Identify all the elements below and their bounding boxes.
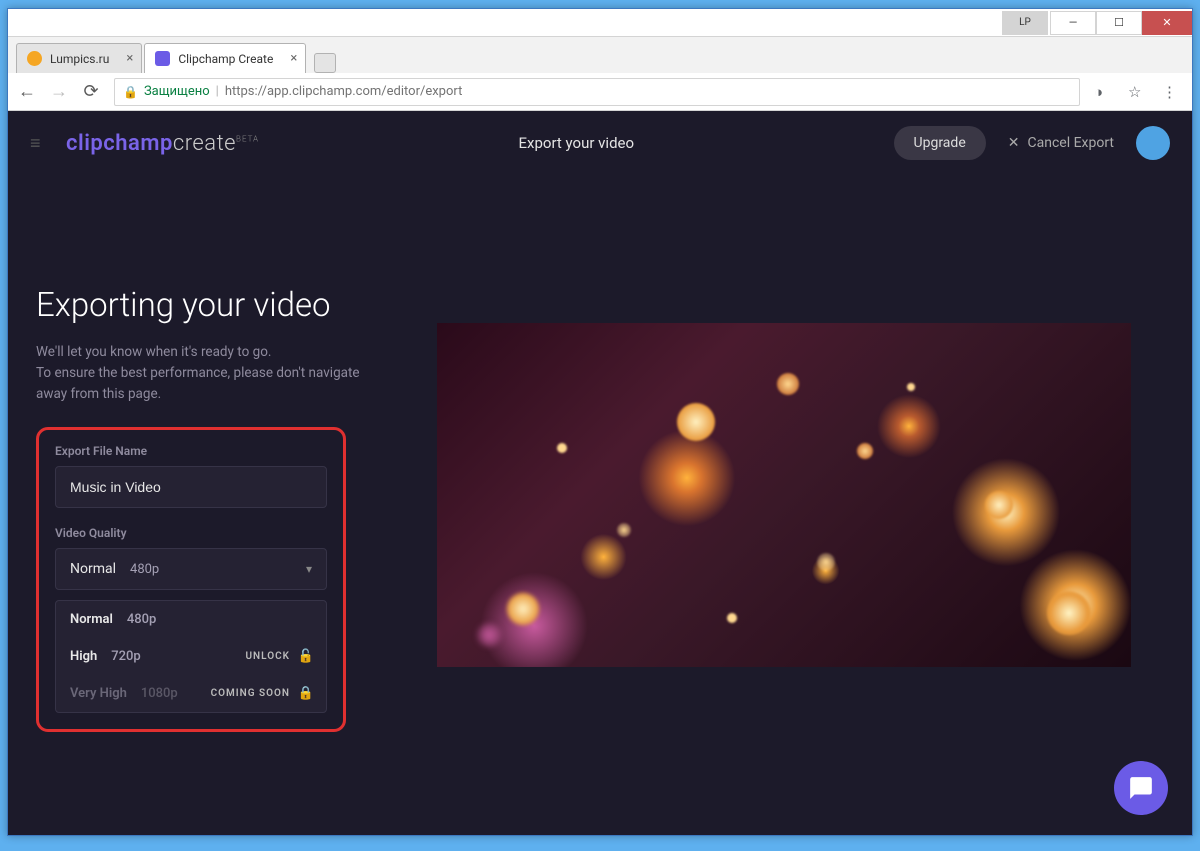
main-area: Exporting your video We'll let you know … <box>8 175 1192 835</box>
separator: | <box>216 84 219 99</box>
avatar[interactable] <box>1136 126 1170 160</box>
hamburger-icon[interactable]: ≡ <box>30 133 52 154</box>
quality-option-veryhigh: Very High 1080p COMING SOON 🔒 <box>56 675 326 712</box>
tab-lumpics[interactable]: Lumpics.ru × <box>16 43 142 73</box>
sidebar-title: Exporting your video <box>36 285 376 326</box>
sidebar-description: We'll let you know when it's ready to go… <box>36 342 376 405</box>
tab-close-icon[interactable]: × <box>126 51 133 66</box>
forward-button[interactable]: → <box>50 81 68 102</box>
filename-input[interactable] <box>55 466 327 508</box>
window-titlebar: LP — ☐ ✕ <box>8 9 1192 37</box>
window-minimize-button[interactable]: — <box>1050 11 1096 35</box>
reload-button[interactable]: ⟳ <box>82 81 100 102</box>
quality-dropdown-list: Normal 480p High 720p UNLOCK 🔓 Very High… <box>55 600 327 713</box>
browser-window: LP — ☐ ✕ Lumpics.ru × Clipchamp Create ×… <box>7 8 1193 836</box>
url-input[interactable]: 🔒 Защищено | https://app.clipchamp.com/e… <box>114 78 1080 106</box>
chat-widget-button[interactable] <box>1114 761 1168 815</box>
page-content: ≡ clipchampcreateBETA Export your video … <box>8 111 1192 835</box>
lock-icon: 🔓 <box>298 649 314 664</box>
page-title: Export your video <box>273 134 879 152</box>
video-thumbnail <box>437 323 1131 667</box>
user-badge: LP <box>1002 11 1048 35</box>
header-actions: Upgrade ✕ Cancel Export <box>894 126 1170 160</box>
quality-option-high[interactable]: High 720p UNLOCK 🔓 <box>56 638 326 675</box>
tab-label: Clipchamp Create <box>178 52 273 66</box>
chat-icon <box>1128 775 1154 801</box>
tab-clipchamp[interactable]: Clipchamp Create × <box>144 43 306 73</box>
filename-label: Export File Name <box>55 444 327 458</box>
translate-icon[interactable]: ◑ <box>1094 83 1114 101</box>
lock-icon: 🔒 <box>123 85 138 99</box>
export-sidebar: Exporting your video We'll let you know … <box>8 175 376 835</box>
new-tab-button[interactable] <box>314 53 336 73</box>
cancel-export-button[interactable]: ✕ Cancel Export <box>1008 135 1114 151</box>
favicon-lumpics <box>27 51 42 66</box>
bookmark-icon[interactable]: ☆ <box>1128 83 1148 101</box>
dropdown-selected-name: Normal <box>70 561 116 577</box>
address-bar: ← → ⟳ 🔒 Защищено | https://app.clipchamp… <box>8 73 1192 111</box>
chevron-down-icon: ▾ <box>306 562 312 576</box>
secure-label: Защищено <box>144 84 210 99</box>
quality-option-normal[interactable]: Normal 480p <box>56 601 326 638</box>
quality-label: Video Quality <box>55 526 327 540</box>
upgrade-button[interactable]: Upgrade <box>894 126 986 160</box>
video-preview-area <box>376 175 1192 835</box>
logo: clipchampcreateBETA <box>66 131 259 156</box>
dropdown-selected-res: 480p <box>130 562 159 577</box>
menu-icon[interactable]: ⋮ <box>1162 83 1182 101</box>
quality-dropdown[interactable]: Normal 480p ▾ <box>55 548 327 590</box>
tab-strip: Lumpics.ru × Clipchamp Create × <box>8 37 1192 73</box>
tab-label: Lumpics.ru <box>50 52 109 66</box>
window-maximize-button[interactable]: ☐ <box>1096 11 1142 35</box>
app-header: ≡ clipchampcreateBETA Export your video … <box>8 111 1192 175</box>
back-button[interactable]: ← <box>18 81 36 102</box>
window-close-button[interactable]: ✕ <box>1142 11 1192 35</box>
favicon-clipchamp <box>155 51 170 66</box>
tab-close-icon[interactable]: × <box>290 51 297 66</box>
url-text: https://app.clipchamp.com/editor/export <box>225 84 463 99</box>
export-settings-panel: Export File Name Video Quality Normal 48… <box>36 427 346 732</box>
lock-icon: 🔒 <box>298 686 314 701</box>
close-icon: ✕ <box>1008 135 1020 151</box>
